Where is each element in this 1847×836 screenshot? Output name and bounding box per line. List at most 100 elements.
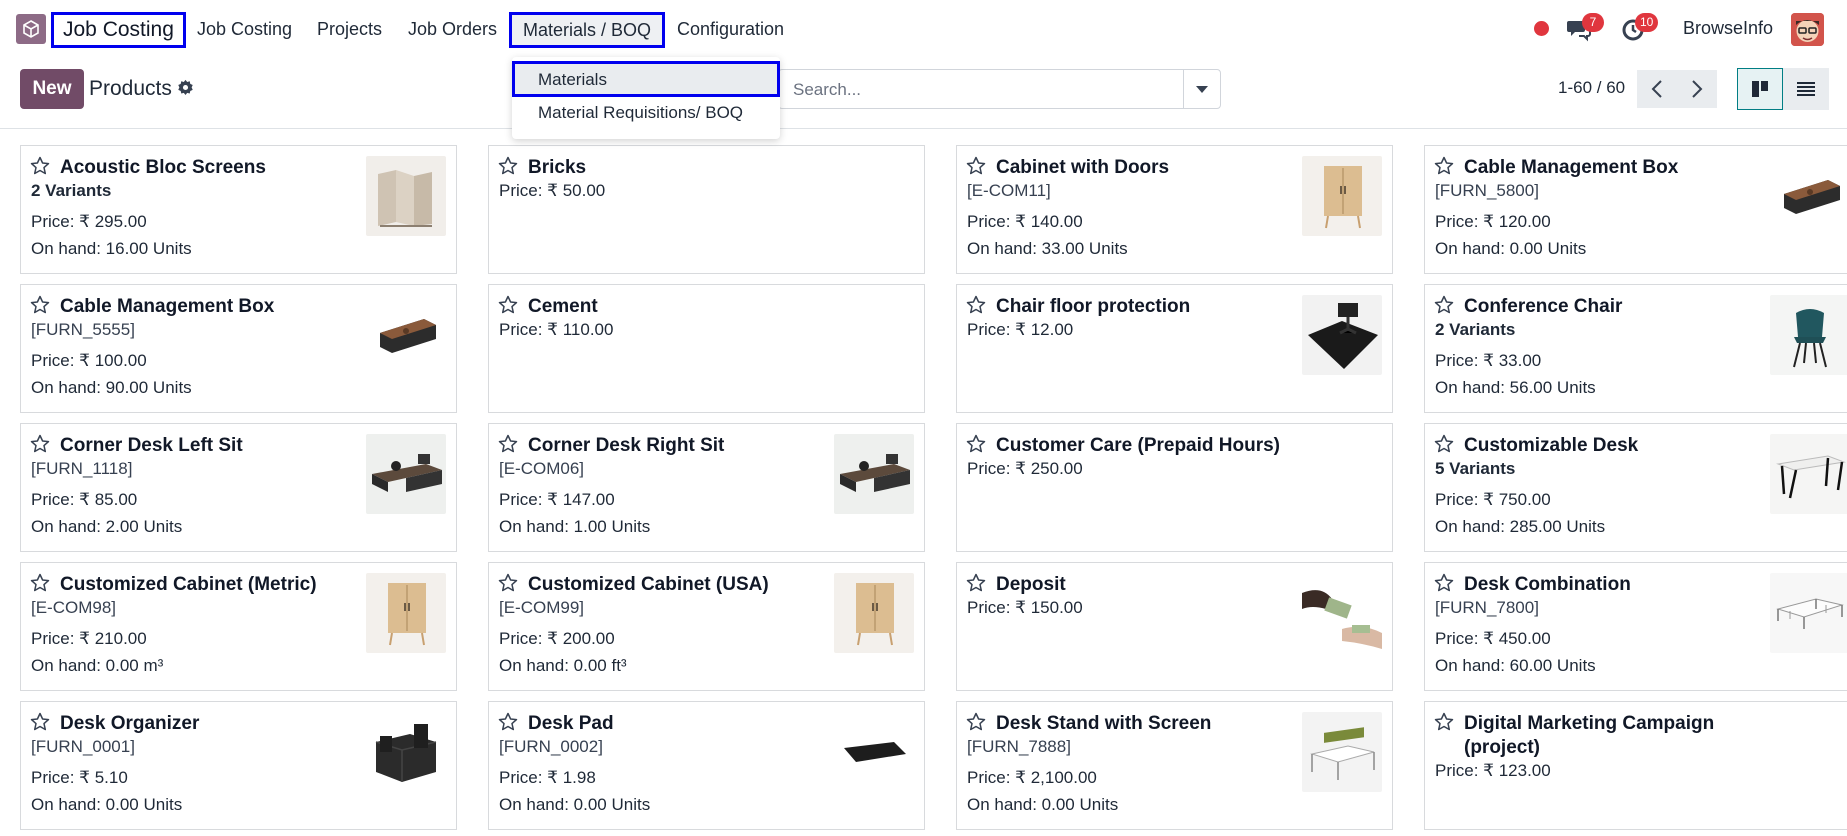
top-navbar: Job Costing Job Costing Projects Job Ord… (0, 0, 1847, 57)
product-card[interactable]: Conference Chair 2 Variants Price: ₹ 33.00… (1424, 284, 1847, 413)
menu-materials-boq[interactable]: Materials / BOQ (509, 12, 666, 48)
menu-projects[interactable]: Projects (317, 17, 382, 41)
materials-dropdown: Materials Material Requisitions/ BOQ (512, 57, 780, 139)
product-price: Price: ₹ 33.00 (1435, 351, 1542, 370)
favorite-star-icon[interactable] (30, 295, 50, 315)
page-title: Products (89, 77, 172, 100)
product-reference: [E-COM06] (499, 459, 585, 478)
favorite-star-icon[interactable] (1434, 156, 1454, 176)
new-button[interactable]: New (20, 69, 84, 109)
search-placeholder: Search... (793, 80, 862, 99)
chevron-left-icon (1651, 80, 1662, 98)
app-cube-icon[interactable] (16, 14, 46, 44)
product-price: Price: ₹ 210.00 (31, 629, 147, 648)
favorite-star-icon[interactable] (498, 434, 518, 454)
product-on-hand: On hand: 0.00 ft³ (499, 656, 627, 675)
product-name: Desk Stand with Screen (996, 713, 1212, 734)
product-price: Price: ₹ 1.98 (499, 768, 596, 787)
favorite-star-icon[interactable] (1434, 573, 1454, 593)
favorite-star-icon[interactable] (966, 434, 986, 454)
product-price: Price: ₹ 147.00 (499, 490, 615, 509)
kanban-view-button[interactable] (1737, 68, 1783, 110)
favorite-star-icon[interactable] (498, 295, 518, 315)
product-card[interactable]: Customer Care (Prepaid Hours) Price: ₹ 25… (956, 423, 1393, 552)
search-options-toggle[interactable] (1183, 70, 1220, 108)
product-card[interactable]: Cable Management Box [FURN_5555] Price: ₹ … (20, 284, 457, 413)
product-on-hand: On hand: 0.00 Units (31, 795, 183, 814)
pager-previous-button[interactable] (1637, 70, 1677, 108)
product-reference: [FURN_1118] (31, 459, 133, 478)
favorite-star-icon[interactable] (498, 712, 518, 732)
product-price: Price: ₹ 100.00 (31, 351, 147, 370)
product-card[interactable]: Acoustic Bloc Screens 2 Variants Price: ₹ … (20, 145, 457, 274)
product-card[interactable]: Cement Price: ₹ 110.00 (488, 284, 925, 413)
product-reference: [E-COM99] (499, 598, 585, 617)
product-name: Digital Marketing Campaign (project) (1464, 713, 1715, 758)
product-card[interactable]: Chair floor protection Price: ₹ 12.00 (956, 284, 1393, 413)
menu-configuration[interactable]: Configuration (677, 17, 784, 41)
pager-next-button[interactable] (1677, 70, 1717, 108)
caret-down-icon (1196, 85, 1208, 93)
product-price: Price: ₹ 5.10 (31, 768, 128, 787)
dropdown-item-materials[interactable]: Materials (512, 61, 780, 97)
list-view-button[interactable] (1783, 68, 1829, 110)
product-card[interactable]: Corner Desk Right Sit [E-COM06] Price: ₹ 1… (488, 423, 925, 552)
product-card[interactable]: Digital Marketing Campaign (project) Pric… (1424, 701, 1847, 830)
dropdown-item-material-requisitions[interactable]: Material Requisitions/ BOQ (512, 97, 780, 133)
product-card[interactable]: Cabinet with Doors [E-COM11] Price: ₹ 140.… (956, 145, 1393, 274)
product-card[interactable]: Deposit Price: ₹ 150.00 (956, 562, 1393, 691)
product-card[interactable]: Customizable Desk 5 Variants Price: ₹ 750.… (1424, 423, 1847, 552)
product-price: Price: ₹ 450.00 (1435, 629, 1551, 648)
favorite-star-icon[interactable] (966, 156, 986, 176)
product-reference: [FURN_5555] (31, 320, 135, 339)
product-price: Price: ₹ 50.00 (499, 181, 606, 200)
product-card[interactable]: Corner Desk Left Sit [FURN_1118] Price: ₹ … (20, 423, 457, 552)
favorite-star-icon[interactable] (1434, 295, 1454, 315)
gear-icon[interactable] (177, 79, 194, 96)
app-brand[interactable]: Job Costing (51, 12, 186, 48)
product-card[interactable]: Desk Organizer [FURN_0001] Price: ₹ 5.10 On… (20, 701, 457, 830)
product-name: Desk Combination (1464, 574, 1631, 595)
user-name[interactable]: BrowseInfo (1683, 18, 1773, 39)
product-image (366, 156, 446, 236)
product-name: Deposit (996, 574, 1066, 595)
menu-job-orders[interactable]: Job Orders (408, 17, 497, 41)
product-on-hand: On hand: 60.00 Units (1435, 656, 1596, 675)
search-input[interactable]: Search... (778, 69, 1221, 109)
favorite-star-icon[interactable] (1434, 712, 1454, 732)
product-image (1302, 573, 1382, 653)
status-dot[interactable] (1534, 21, 1549, 36)
product-card[interactable]: Desk Stand with Screen [FURN_7888] Price: … (956, 701, 1393, 830)
product-reference: [E-COM98] (31, 598, 117, 617)
product-on-hand: On hand: 1.00 Units (499, 517, 651, 536)
product-name: Customer Care (Prepaid Hours) (996, 435, 1281, 456)
product-image (834, 573, 914, 653)
favorite-star-icon[interactable] (966, 712, 986, 732)
favorite-star-icon[interactable] (498, 573, 518, 593)
product-card[interactable]: Bricks Price: ₹ 50.00 (488, 145, 925, 274)
favorite-star-icon[interactable] (30, 712, 50, 732)
product-image (1770, 156, 1847, 236)
product-name: Customizable Desk (1464, 435, 1639, 456)
product-card[interactable]: Desk Combination [FURN_7800] Price: ₹ 450.… (1424, 562, 1847, 691)
product-card[interactable]: Cable Management Box [FURN_5800] Price: ₹ … (1424, 145, 1847, 274)
menu-job-costing[interactable]: Job Costing (197, 17, 292, 41)
avatar[interactable] (1791, 13, 1824, 46)
product-card[interactable]: Customized Cabinet (USA) [E-COM99] Price: … (488, 562, 925, 691)
kanban-icon (1752, 81, 1768, 97)
favorite-star-icon[interactable] (30, 573, 50, 593)
pager-value[interactable]: 1-60 / 60 (1558, 78, 1625, 98)
product-name: Cable Management Box (1464, 157, 1679, 178)
favorite-star-icon[interactable] (30, 156, 50, 176)
product-variants: 2 Variants (31, 181, 112, 200)
product-card[interactable]: Customized Cabinet (Metric) [E-COM98] Pric… (20, 562, 457, 691)
favorite-star-icon[interactable] (966, 295, 986, 315)
product-price: Price: ₹ 200.00 (499, 629, 615, 648)
favorite-star-icon[interactable] (30, 434, 50, 454)
favorite-star-icon[interactable] (966, 573, 986, 593)
product-on-hand: On hand: 285.00 Units (1435, 517, 1606, 536)
favorite-star-icon[interactable] (1434, 434, 1454, 454)
favorite-star-icon[interactable] (498, 156, 518, 176)
product-image (834, 434, 914, 514)
product-card[interactable]: Desk Pad [FURN_0002] Price: ₹ 1.98 On hand:… (488, 701, 925, 830)
